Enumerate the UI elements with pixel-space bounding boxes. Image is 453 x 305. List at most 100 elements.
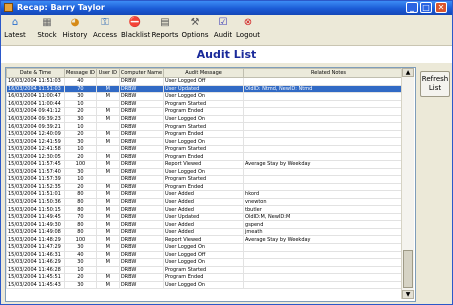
table-row[interactable]: 15/03/2004 11:46:31 40 M DRBW User Logged Of…: [6, 250, 415, 260]
table-row[interactable]: 16/03/2004 09:39:23 30 M DRBW User Logged On: [6, 114, 415, 124]
table-row[interactable]: 15/03/2004 12:30:05 20 M DRBW Program Ended: [6, 152, 415, 161]
table-cell: DRBW: [118, 129, 165, 139]
table-row[interactable]: 15/03/2004 11:50:15 80 M DRBW User Added tbut…: [6, 205, 415, 214]
table-cell: 15/03/2004 12:41:59: [6, 137, 65, 146]
toolbar-stock-button[interactable]: ▦ Stock: [35, 17, 59, 44]
table-row[interactable]: 15/03/2004 11:45:43 30 M DRBW User Logged On: [6, 280, 415, 290]
stock-icon: ▦: [42, 17, 52, 28]
table-cell: Report Viewed: [163, 235, 245, 245]
table-cell: 10: [64, 122, 97, 131]
toolbar-logout-button[interactable]: ⊗ Logout: [235, 17, 261, 44]
table-cell: 10: [64, 175, 97, 184]
close-button[interactable]: ✕: [435, 2, 447, 13]
toolbar-history-button[interactable]: ◕ History: [61, 17, 89, 44]
table-row[interactable]: 15/03/2004 11:49:08 80 M DRBW User Added jmea…: [6, 227, 415, 237]
table-cell: [243, 129, 415, 139]
table-cell: Program Started: [163, 175, 245, 184]
column-header[interactable]: Audit Message: [163, 68, 245, 78]
table-row[interactable]: 15/03/2004 11:57:39 10 DRBW Program Started: [6, 175, 415, 184]
table-cell: User Logged On: [163, 137, 245, 146]
table-row[interactable]: 15/03/2004 12:41:59 30 M DRBW User Logged On: [6, 137, 415, 146]
table-cell: 15/03/2004 11:50:36: [6, 197, 65, 207]
column-header[interactable]: Computer Name: [118, 68, 165, 78]
table-row[interactable]: 16/03/2004 11:00:47 30 M DRBW User Logged On: [6, 92, 415, 101]
table-cell: DRBW: [118, 160, 165, 169]
table-cell: 15/03/2004 11:49:30: [6, 220, 65, 229]
scroll-thumb[interactable]: [403, 250, 413, 288]
table-cell: [243, 167, 415, 177]
table-cell: 16/03/2004 09:39:23: [6, 114, 65, 124]
table-cell: Program Ended: [163, 182, 245, 192]
table-row[interactable]: 15/03/2004 12:40:09 20 M DRBW Program Ended: [6, 129, 415, 139]
table-cell: 80: [64, 197, 97, 207]
table-row[interactable]: 15/03/2004 11:50:36 80 M DRBW User Added vnew…: [6, 197, 415, 207]
table-cell: Average Stay by Weekday: [243, 235, 415, 245]
table-cell: Program Started: [163, 265, 245, 275]
table-row[interactable]: 15/03/2004 11:46:29 30 M DRBW User Logged On: [6, 258, 415, 267]
table-cell: 15/03/2004 12:41:58: [6, 144, 65, 154]
table-cell: DRBW: [118, 227, 165, 237]
table-cell: OldID: Ntmd, NewID: Ntmd: [243, 84, 415, 94]
table-cell: User Logged On: [163, 92, 245, 101]
vertical-scrollbar[interactable]: ▲ ▼: [401, 68, 414, 299]
table-row[interactable]: 15/03/2004 11:47:29 30 M DRBW User Logged On: [6, 243, 415, 252]
table-cell: M: [95, 197, 120, 207]
table-row[interactable]: 15/03/2004 11:57:40 30 M DRBW User Logged On: [6, 167, 415, 177]
table-cell: 15/03/2004 11:48:29: [6, 235, 65, 245]
refresh-list-button[interactable]: Refresh List: [420, 71, 450, 97]
table-cell: 16/03/2004 11:00:44: [6, 99, 65, 109]
access-icon: ⚿: [101, 17, 109, 28]
audit-table[interactable]: Date & Time Message ID User ID Computer …: [5, 67, 416, 302]
table-row[interactable]: 15/03/2004 11:48:29 100 M DRBW Report Viewed…: [6, 235, 415, 245]
table-row[interactable]: 15/03/2004 11:49:30 80 M DRBW User Added gspe…: [6, 220, 415, 229]
table-row[interactable]: 15/03/2004 11:49:45 70 M DRBW User Updated Ol…: [6, 212, 415, 222]
table-cell: [95, 144, 120, 154]
app-icon: [4, 3, 13, 12]
table-cell: hkord: [243, 190, 415, 199]
table-row[interactable]: 15/03/2004 11:51:01 80 M DRBW User Added hkor…: [6, 190, 415, 199]
toolbar-access-button[interactable]: ⚿ Access: [91, 17, 119, 44]
table-row[interactable]: 15/03/2004 11:45:51 20 M DRBW Program Ended: [6, 273, 415, 282]
table-row[interactable]: 16/03/2004 11:51:03 70 M DRBW User Updated Ol…: [6, 84, 415, 94]
table-cell: User Updated: [163, 84, 245, 94]
table-cell: [243, 92, 415, 101]
column-header[interactable]: Message ID: [64, 68, 97, 78]
table-cell: DRBW: [118, 92, 165, 101]
toolbar-audit-button[interactable]: ☑ Audit: [211, 17, 235, 44]
toolbar-blacklist-button[interactable]: ⛔ Blacklist: [121, 17, 150, 44]
toolbar-latest-button[interactable]: ⌂ Latest: [3, 17, 27, 44]
table-row[interactable]: 16/03/2004 09:39:21 10 DRBW Program Started: [6, 122, 415, 131]
table-row[interactable]: 16/03/2004 09:41:12 20 M DRBW Program Ended: [6, 107, 415, 116]
toolbar-reports-button[interactable]: ▤ Reports: [151, 17, 179, 44]
table-row[interactable]: 16/03/2004 11:00:44 10 DRBW Program Started: [6, 99, 415, 109]
table-cell: 15/03/2004 11:57:45: [6, 160, 65, 169]
column-header[interactable]: User ID: [95, 68, 120, 78]
table-row[interactable]: 15/03/2004 11:46:28 10 DRBW Program Started: [6, 265, 415, 275]
table-cell: User Logged Off: [163, 77, 245, 86]
table-cell: User Added: [163, 197, 245, 207]
table-row[interactable]: 15/03/2004 12:41:58 10 DRBW Program Started: [6, 144, 415, 154]
scroll-down-arrow[interactable]: ▼: [402, 290, 414, 299]
table-cell: M: [95, 258, 120, 267]
table-row[interactable]: 16/03/2004 11:51:03 40 DRBW User Logged Off: [6, 77, 415, 86]
minimize-button[interactable]: _: [406, 2, 418, 13]
table-cell: tbutler: [243, 205, 415, 214]
table-cell: 15/03/2004 11:49:45: [6, 212, 65, 222]
maximize-button[interactable]: □: [420, 2, 432, 13]
table-cell: [243, 280, 415, 290]
column-header[interactable]: Date & Time: [6, 68, 65, 78]
table-cell: DRBW: [118, 182, 165, 192]
app-window: Recap: Barry Taylor _ □ ✕ ⌂ Latest ▦ Sto…: [0, 0, 453, 305]
table-row[interactable]: 15/03/2004 11:52:35 20 M DRBW Program Ended: [6, 182, 415, 192]
table-row[interactable]: 15/03/2004 11:57:45 100 M DRBW Report Viewed…: [6, 160, 415, 169]
toolbar-options-button[interactable]: ⚒ Options: [181, 17, 209, 44]
column-header[interactable]: Related Notes: [243, 68, 415, 78]
table-cell: M: [95, 84, 120, 94]
table-cell: User Added: [163, 205, 245, 214]
table-cell: User Logged On: [163, 167, 245, 177]
table-cell: [243, 243, 415, 252]
scroll-up-arrow[interactable]: ▲: [402, 68, 414, 77]
table-cell: M: [95, 280, 120, 290]
table-cell: DRBW: [118, 84, 165, 94]
table-cell: [243, 77, 415, 86]
